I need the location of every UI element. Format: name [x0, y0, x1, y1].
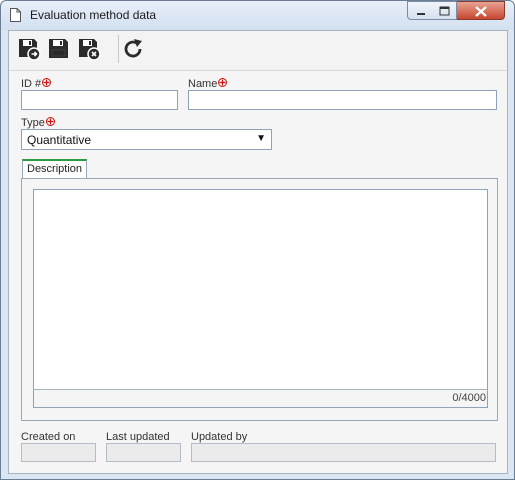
save-and-exit-button[interactable]: [77, 37, 101, 61]
last-updated-field: [106, 443, 181, 462]
toolbar: [9, 31, 507, 71]
minimize-button[interactable]: [407, 1, 433, 20]
required-icon: [42, 78, 52, 87]
title-bar[interactable]: Evaluation method data: [1, 1, 514, 30]
name-label: Name: [188, 78, 228, 90]
updated-by-field: [191, 443, 496, 462]
required-icon: [218, 78, 228, 87]
last-updated-label: Last updated: [106, 431, 170, 443]
created-on-field: [21, 443, 96, 462]
required-icon: [45, 117, 55, 126]
description-counter-bar: 0/4000: [33, 389, 488, 408]
close-icon: [475, 6, 487, 17]
created-on-label: Created on: [21, 431, 76, 443]
close-button[interactable]: [457, 1, 505, 20]
floppy-plus-icon: [19, 39, 41, 61]
id-input[interactable]: [21, 90, 178, 110]
floppy-icon: [49, 39, 68, 58]
floppy-close-icon: [79, 39, 101, 61]
window-title: Evaluation method data: [30, 8, 157, 22]
tab-description[interactable]: Description: [22, 159, 87, 179]
dialog-window: Evaluation method data ID # Name Type Qu…: [0, 0, 515, 480]
type-select[interactable]: Quantitative ▼: [21, 129, 272, 150]
toolbar-separator: [118, 35, 119, 63]
refresh-button[interactable]: [122, 37, 146, 61]
description-textarea[interactable]: [33, 189, 488, 390]
save-button[interactable]: [47, 37, 71, 61]
type-label: Type: [21, 117, 55, 129]
save-and-new-button[interactable]: [17, 37, 41, 61]
character-counter: 0/4000: [452, 392, 486, 404]
minimize-icon: [417, 13, 425, 15]
updated-by-label: Updated by: [191, 431, 248, 443]
type-select-value: Quantitative: [27, 133, 92, 147]
refresh-icon: [124, 39, 142, 58]
dialog-content: ID # Name Type Quantitative ▼ Descriptio…: [8, 30, 508, 474]
tab-description-label: Description: [27, 163, 83, 175]
dropdown-arrow-icon[interactable]: ▼: [256, 133, 266, 144]
description-panel: 0/4000: [21, 178, 498, 421]
id-label: ID #: [21, 78, 52, 90]
maximize-icon: [439, 6, 450, 16]
maximize-button[interactable]: [432, 1, 457, 20]
name-input[interactable]: [188, 90, 497, 110]
document-icon: [10, 8, 21, 22]
